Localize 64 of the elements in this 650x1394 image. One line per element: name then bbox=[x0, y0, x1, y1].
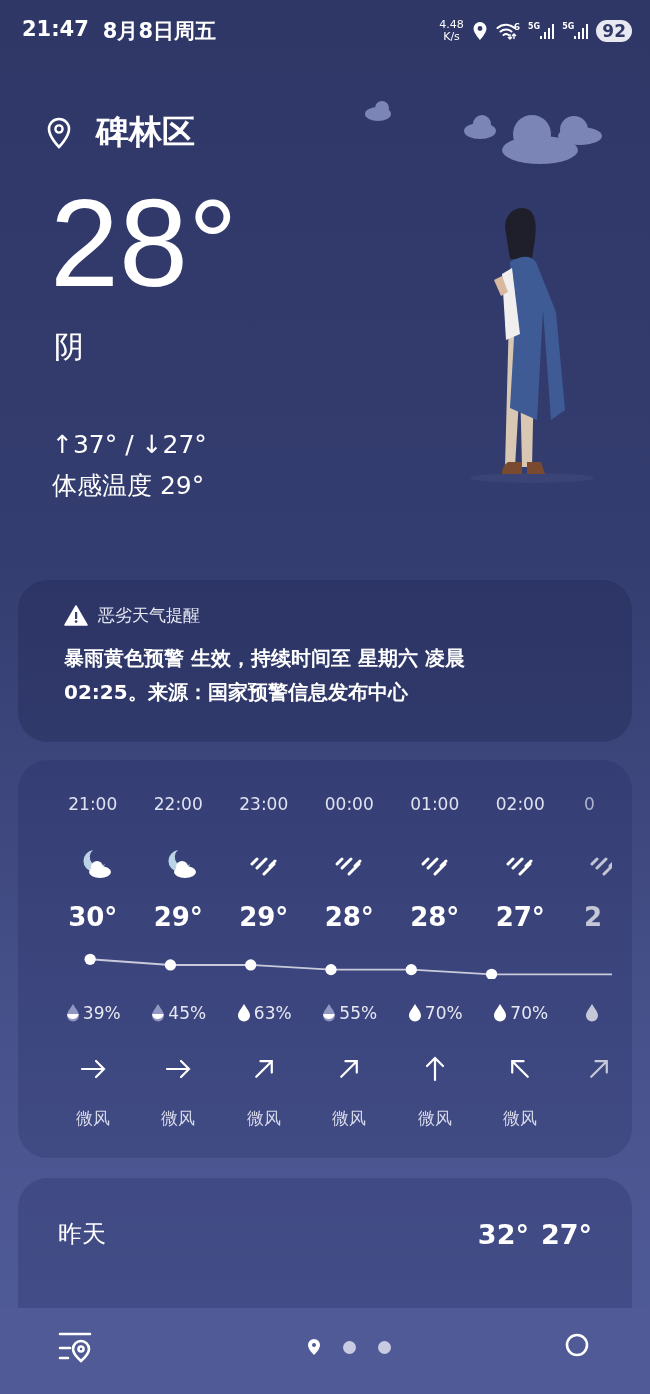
feels-like-temperature: 体感温度 29° bbox=[52, 470, 206, 502]
raindrop-icon bbox=[321, 1003, 338, 1023]
date-text: 8月8日周五 bbox=[102, 18, 217, 45]
hour-time: 0 bbox=[584, 794, 595, 814]
signal-icon bbox=[574, 22, 589, 40]
raindrop-icon bbox=[584, 1003, 600, 1023]
raindrop-icon bbox=[235, 1003, 252, 1023]
alert-card[interactable]: 恶劣天气提醒 暴雨黄色预警 生效，持续时间至 星期六 凌晨 02:25。来源：国家预警信息发布中心 bbox=[18, 580, 632, 742]
alert-title: 恶劣天气提醒 bbox=[98, 604, 200, 627]
city-name: 碑林区 bbox=[96, 111, 195, 153]
speed-unit: K/s bbox=[443, 31, 460, 43]
high-temperature: 32° bbox=[477, 1218, 529, 1250]
city-list-icon[interactable] bbox=[58, 1331, 92, 1363]
hour-time: 00:00 bbox=[324, 794, 374, 814]
clock-time: 21:47 bbox=[22, 17, 89, 43]
hour-temperature: 28° bbox=[324, 902, 374, 932]
network-type: 5G bbox=[562, 22, 575, 31]
hour-temperature: 29° bbox=[239, 902, 289, 932]
wifi-standard: 6 bbox=[513, 22, 521, 32]
cloud-drawing bbox=[464, 115, 496, 139]
precipitation-chance: 63% bbox=[253, 1003, 292, 1023]
page-dot[interactable] bbox=[378, 1340, 391, 1354]
cloud-drawing bbox=[365, 101, 391, 121]
day-label: 昨天 bbox=[58, 1219, 106, 1250]
location-icon bbox=[471, 21, 488, 41]
hour-temperature: 30° bbox=[68, 902, 118, 932]
hour-temperature: 2 bbox=[584, 902, 603, 932]
wind-strength: 微风 bbox=[161, 1106, 196, 1130]
location-page-icon[interactable] bbox=[307, 1338, 321, 1356]
raindrop-icon bbox=[150, 1003, 167, 1023]
wind-strength: 微风 bbox=[75, 1106, 110, 1130]
precipitation-chance: 70% bbox=[424, 1003, 463, 1023]
raindrop-icon bbox=[492, 1003, 509, 1023]
low-temperature: 27° bbox=[540, 1218, 592, 1250]
signal-icon bbox=[540, 22, 555, 40]
hour-temperature: 28° bbox=[410, 902, 460, 932]
network-type: 5G bbox=[528, 22, 541, 31]
hour-temperature: 29° bbox=[153, 902, 203, 932]
hour-temperature: 27° bbox=[495, 902, 545, 932]
raindrop-icon bbox=[64, 1003, 81, 1023]
wind-strength: 微风 bbox=[246, 1106, 281, 1130]
hour-time: 23:00 bbox=[239, 794, 289, 814]
battery-level: 92 bbox=[596, 20, 632, 42]
wind-strength: 微风 bbox=[503, 1106, 538, 1130]
weather-condition: 阴 bbox=[54, 328, 85, 366]
network-speed: 4.48 bbox=[439, 19, 464, 31]
hour-time: 22:00 bbox=[153, 794, 203, 814]
hour-time: 21:00 bbox=[68, 794, 118, 814]
precipitation-chance: 45% bbox=[168, 1003, 207, 1023]
wifi-icon bbox=[495, 22, 518, 40]
hour-time: 02:00 bbox=[495, 794, 545, 814]
alert-message: 暴雨黄色预警 生效，持续时间至 星期六 凌晨 02:25。来源：国家预警信息发布中心 bbox=[64, 645, 466, 706]
location-icon bbox=[46, 116, 72, 149]
precipitation-chance: 39% bbox=[82, 1003, 121, 1023]
current-temperature: 28° bbox=[50, 181, 239, 305]
wind-strength: 微风 bbox=[332, 1106, 367, 1130]
page-dot[interactable] bbox=[343, 1340, 356, 1354]
high-low-temperature: ↑37° / ↓27° bbox=[52, 430, 208, 459]
precipitation-chance: 70% bbox=[510, 1003, 549, 1023]
hour-time: 01:00 bbox=[410, 794, 460, 814]
warning-icon bbox=[64, 605, 88, 626]
wind-strength: 微风 bbox=[417, 1106, 452, 1130]
raindrop-icon bbox=[406, 1003, 423, 1023]
precipitation-chance: 55% bbox=[339, 1003, 378, 1023]
